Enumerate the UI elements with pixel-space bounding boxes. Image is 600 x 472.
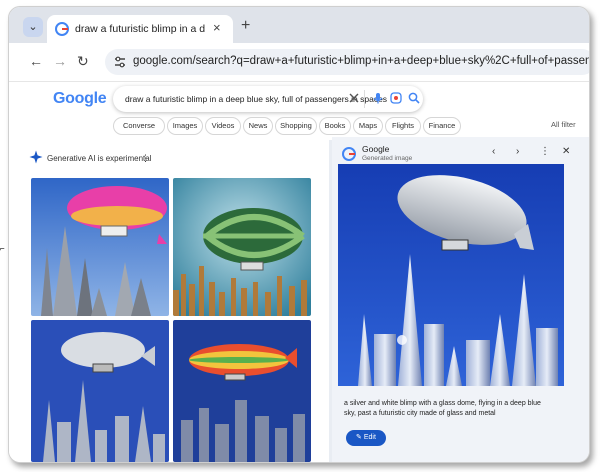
- lens-icon[interactable]: [389, 91, 403, 105]
- sparkle-icon: [29, 150, 43, 164]
- edit-button[interactable]: ✎ Edit: [346, 430, 386, 446]
- tab-title: draw a futuristic blimp in a de: [75, 23, 205, 35]
- preview-source-title: Google: [362, 144, 390, 154]
- google-g-icon: [342, 147, 356, 161]
- generated-results-pane: Generative AI is experimental ⋮: [9, 140, 329, 462]
- search-box[interactable]: draw a futuristic blimp in a deep blue s…: [113, 86, 423, 112]
- silver-blimp-large-image: [338, 164, 564, 386]
- edit-label: Edit: [363, 434, 376, 441]
- tab-close-button[interactable]: ×: [213, 20, 221, 35]
- generated-image-4[interactable]: [173, 320, 311, 462]
- generated-image-2[interactable]: [173, 178, 311, 316]
- chip-images[interactable]: Images: [167, 117, 203, 135]
- back-button[interactable]: ←: [29, 53, 43, 69]
- generated-image-3[interactable]: [31, 320, 169, 462]
- site-settings-icon[interactable]: [113, 55, 127, 69]
- chip-flights[interactable]: Flights: [385, 117, 421, 135]
- page-edge-marker: ⌐: [0, 244, 5, 253]
- tab-search-button[interactable]: ⌄: [23, 17, 43, 37]
- chip-videos[interactable]: Videos: [205, 117, 241, 135]
- chip-label: Maps: [358, 121, 378, 130]
- searchbox-divider: [364, 90, 365, 108]
- chip-label: Finance: [428, 121, 456, 130]
- address-url: google.com/search?q=draw+a+futuristic+bl…: [133, 55, 589, 67]
- preview-source-subtitle: Generated image: [362, 155, 413, 162]
- tab-strip: ⌄ draw a futuristic blimp in a de × +: [9, 7, 589, 43]
- pink-blimp-image: [31, 178, 169, 316]
- chip-label: Shopping: [280, 121, 312, 130]
- browser-toolbar: ← → ↻ google.com/search?q=draw+a+futuris…: [9, 43, 589, 82]
- generative-more-button[interactable]: ⋮: [141, 153, 150, 164]
- google-logo[interactable]: Google: [53, 90, 107, 108]
- pencil-icon: ✎: [356, 434, 362, 441]
- chip-label: Converse: [122, 121, 156, 130]
- chip-news[interactable]: News: [243, 117, 273, 135]
- chip-converse[interactable]: Converse: [113, 117, 165, 135]
- address-bar[interactable]: google.com/search?q=draw+a+futuristic+bl…: [105, 49, 589, 75]
- browser-window: ⌄ draw a futuristic blimp in a de × + ← …: [8, 6, 590, 463]
- new-tab-button[interactable]: +: [241, 17, 250, 35]
- chip-label: News: [248, 121, 268, 130]
- preview-close-button[interactable]: ✕: [562, 146, 570, 157]
- all-filters-button[interactable]: All filter: [551, 120, 576, 129]
- generative-ai-label: Generative AI is experimental: [47, 154, 152, 163]
- chip-shopping[interactable]: Shopping: [275, 117, 317, 135]
- preview-image[interactable]: [338, 164, 564, 386]
- clear-icon[interactable]: [347, 91, 361, 105]
- silver-blimp-image: [31, 320, 169, 462]
- google-g-icon: [55, 22, 69, 36]
- chip-label: Books: [324, 121, 346, 130]
- google-header: Google draw a futuristic blimp in a deep…: [9, 82, 589, 136]
- reload-button[interactable]: ↻: [77, 53, 89, 70]
- next-image-button[interactable]: ›: [516, 146, 519, 157]
- chip-books[interactable]: Books: [319, 117, 351, 135]
- browser-tab[interactable]: draw a futuristic blimp in a de ×: [47, 15, 233, 43]
- striped-blimp-image: [173, 178, 311, 316]
- chip-maps[interactable]: Maps: [353, 117, 383, 135]
- preview-caption: a silver and white blimp with a glass do…: [344, 400, 541, 417]
- chip-label: Images: [172, 121, 198, 130]
- chip-label: Flights: [391, 121, 415, 130]
- forward-button[interactable]: →: [53, 53, 67, 69]
- chip-label: Videos: [211, 121, 235, 130]
- generated-image-1[interactable]: [31, 178, 169, 316]
- previous-image-button[interactable]: ‹: [492, 146, 495, 157]
- image-preview-panel: Google Generated image ‹ › ⋮ ✕ a silver …: [332, 137, 589, 462]
- chip-finance[interactable]: Finance: [423, 117, 461, 135]
- rainbow-blimp-image: [173, 320, 311, 462]
- preview-more-button[interactable]: ⋮: [540, 146, 550, 157]
- logo-text: Google: [53, 90, 107, 107]
- search-icon[interactable]: [407, 91, 421, 105]
- microphone-icon[interactable]: [371, 91, 385, 105]
